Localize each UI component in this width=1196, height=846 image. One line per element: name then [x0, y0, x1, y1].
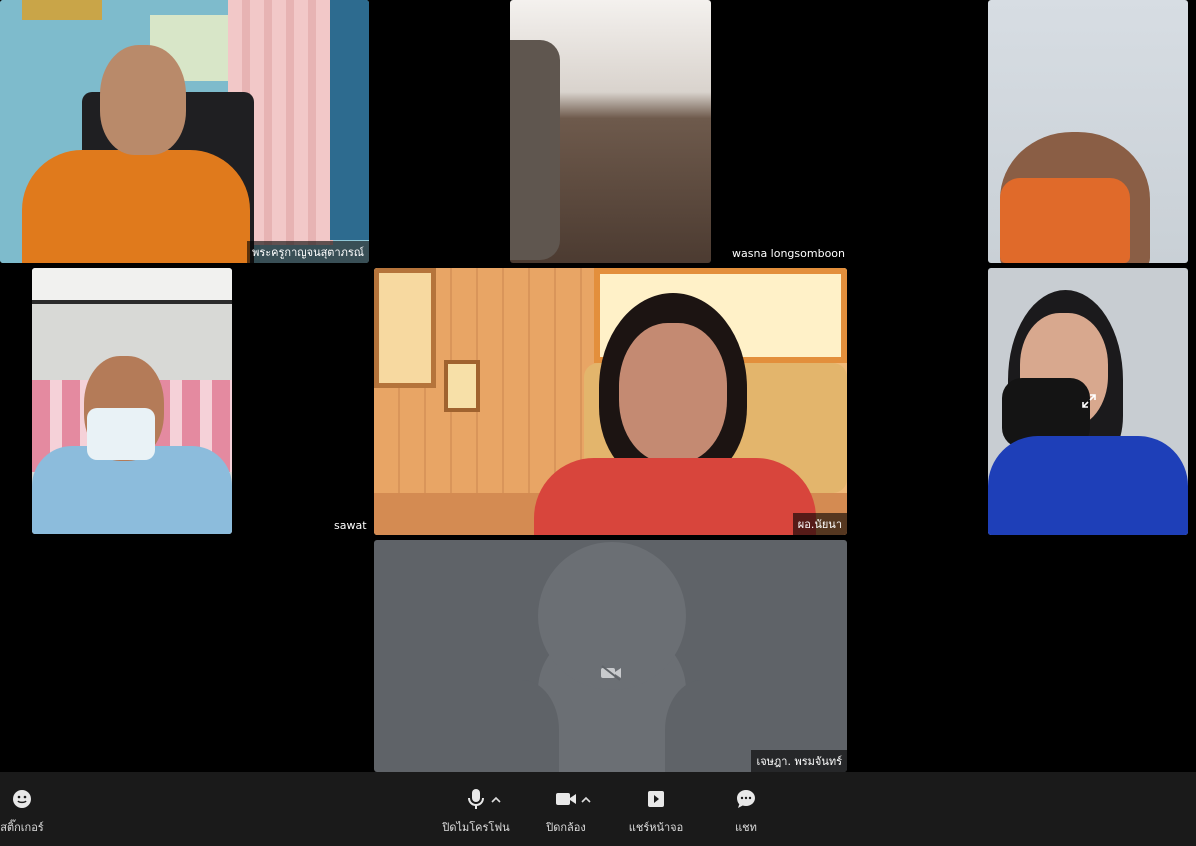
meeting-toolbar: สติ๊กเกอร์ ปิดไมโครโฟน ปิดกล้อง แชร์หน้า…: [0, 772, 1196, 846]
participant-tile[interactable]: ผอ.นัยนา: [374, 268, 847, 535]
video-frame: [988, 436, 1188, 535]
video-camera-icon: [556, 793, 576, 805]
video-frame: [22, 150, 250, 263]
video-frame: [32, 268, 232, 304]
participant-name: sawat: [334, 519, 367, 532]
chat-bubble-icon: [737, 790, 755, 808]
video-frame: [444, 360, 480, 412]
participant-tile[interactable]: พระครูกาญจนสุตาภรณ์: [0, 0, 369, 263]
participant-tile-camera-off[interactable]: เจษฎา. พรมจันทร์: [374, 540, 847, 772]
participant-name: เจษฎา. พรมจันทร์: [751, 750, 847, 772]
video-grid: พระครูกาญจนสุตาภรณ์ wasna longsomboon sa…: [0, 0, 1196, 772]
share-screen-icon: [648, 791, 664, 807]
expand-icon[interactable]: [1082, 394, 1096, 408]
share-screen-button[interactable]: แชร์หน้าจอ: [628, 788, 684, 838]
video-frame: [1000, 178, 1130, 263]
smile-icon: [13, 790, 31, 808]
camera-off-icon: [601, 665, 621, 681]
participant-tile[interactable]: [32, 268, 232, 534]
caret-up-icon[interactable]: [491, 796, 501, 804]
avatar-silhouette: [484, 680, 559, 772]
sticker-label: สติ๊กเกอร์: [0, 821, 44, 834]
participant-name: wasna longsomboon: [732, 247, 846, 260]
chat-label: แชท: [735, 821, 757, 834]
video-frame: [510, 40, 560, 260]
sticker-button[interactable]: สติ๊กเกอร์: [0, 788, 44, 838]
participant-name: พระครูกาญจนสุตาภรณ์: [247, 241, 369, 263]
microphone-icon: [468, 789, 484, 809]
video-frame: [619, 323, 727, 463]
video-frame: [22, 0, 102, 20]
participant-name: ผอ.นัยนา: [792, 513, 847, 535]
participant-tile[interactable]: [510, 0, 711, 263]
video-frame: [87, 408, 155, 460]
mute-microphone-label: ปิดไมโครโฟน: [442, 821, 510, 834]
participant-tile[interactable]: [988, 0, 1188, 263]
video-frame: [534, 458, 816, 535]
stop-video-label: ปิดกล้อง: [546, 821, 586, 834]
chat-button[interactable]: แชท: [724, 788, 768, 838]
participant-tile[interactable]: [988, 268, 1188, 535]
share-screen-label: แชร์หน้าจอ: [628, 821, 684, 834]
video-frame: [330, 0, 369, 240]
video-frame: [374, 268, 436, 388]
video-frame: [100, 45, 186, 155]
caret-up-icon[interactable]: [581, 796, 591, 804]
avatar-silhouette: [665, 680, 740, 772]
